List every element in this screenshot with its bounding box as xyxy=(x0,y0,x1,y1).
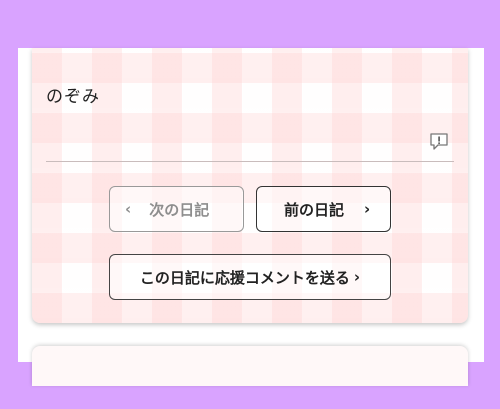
report-flag-icon[interactable] xyxy=(429,132,449,152)
author-name: のぞみ xyxy=(46,87,100,107)
next-diary-label: 次の日記 xyxy=(149,200,210,219)
send-support-comment-button[interactable]: この日記に応援コメントを送る › xyxy=(109,254,391,300)
chevron-right-icon: › xyxy=(364,200,371,218)
chevron-right-icon: › xyxy=(353,268,361,286)
diary-card: のぞみ ‹ 次の日記 前の日記 › この日記に応援コメントを送る › xyxy=(32,48,468,323)
chevron-left-icon: ‹ xyxy=(125,200,132,218)
next-card xyxy=(32,346,468,386)
previous-diary-button[interactable]: 前の日記 › xyxy=(256,186,391,232)
previous-diary-label: 前の日記 xyxy=(284,200,345,219)
send-support-comment-label: この日記に応援コメントを送る xyxy=(139,268,350,287)
divider xyxy=(46,161,454,162)
next-diary-button[interactable]: ‹ 次の日記 xyxy=(109,186,244,232)
